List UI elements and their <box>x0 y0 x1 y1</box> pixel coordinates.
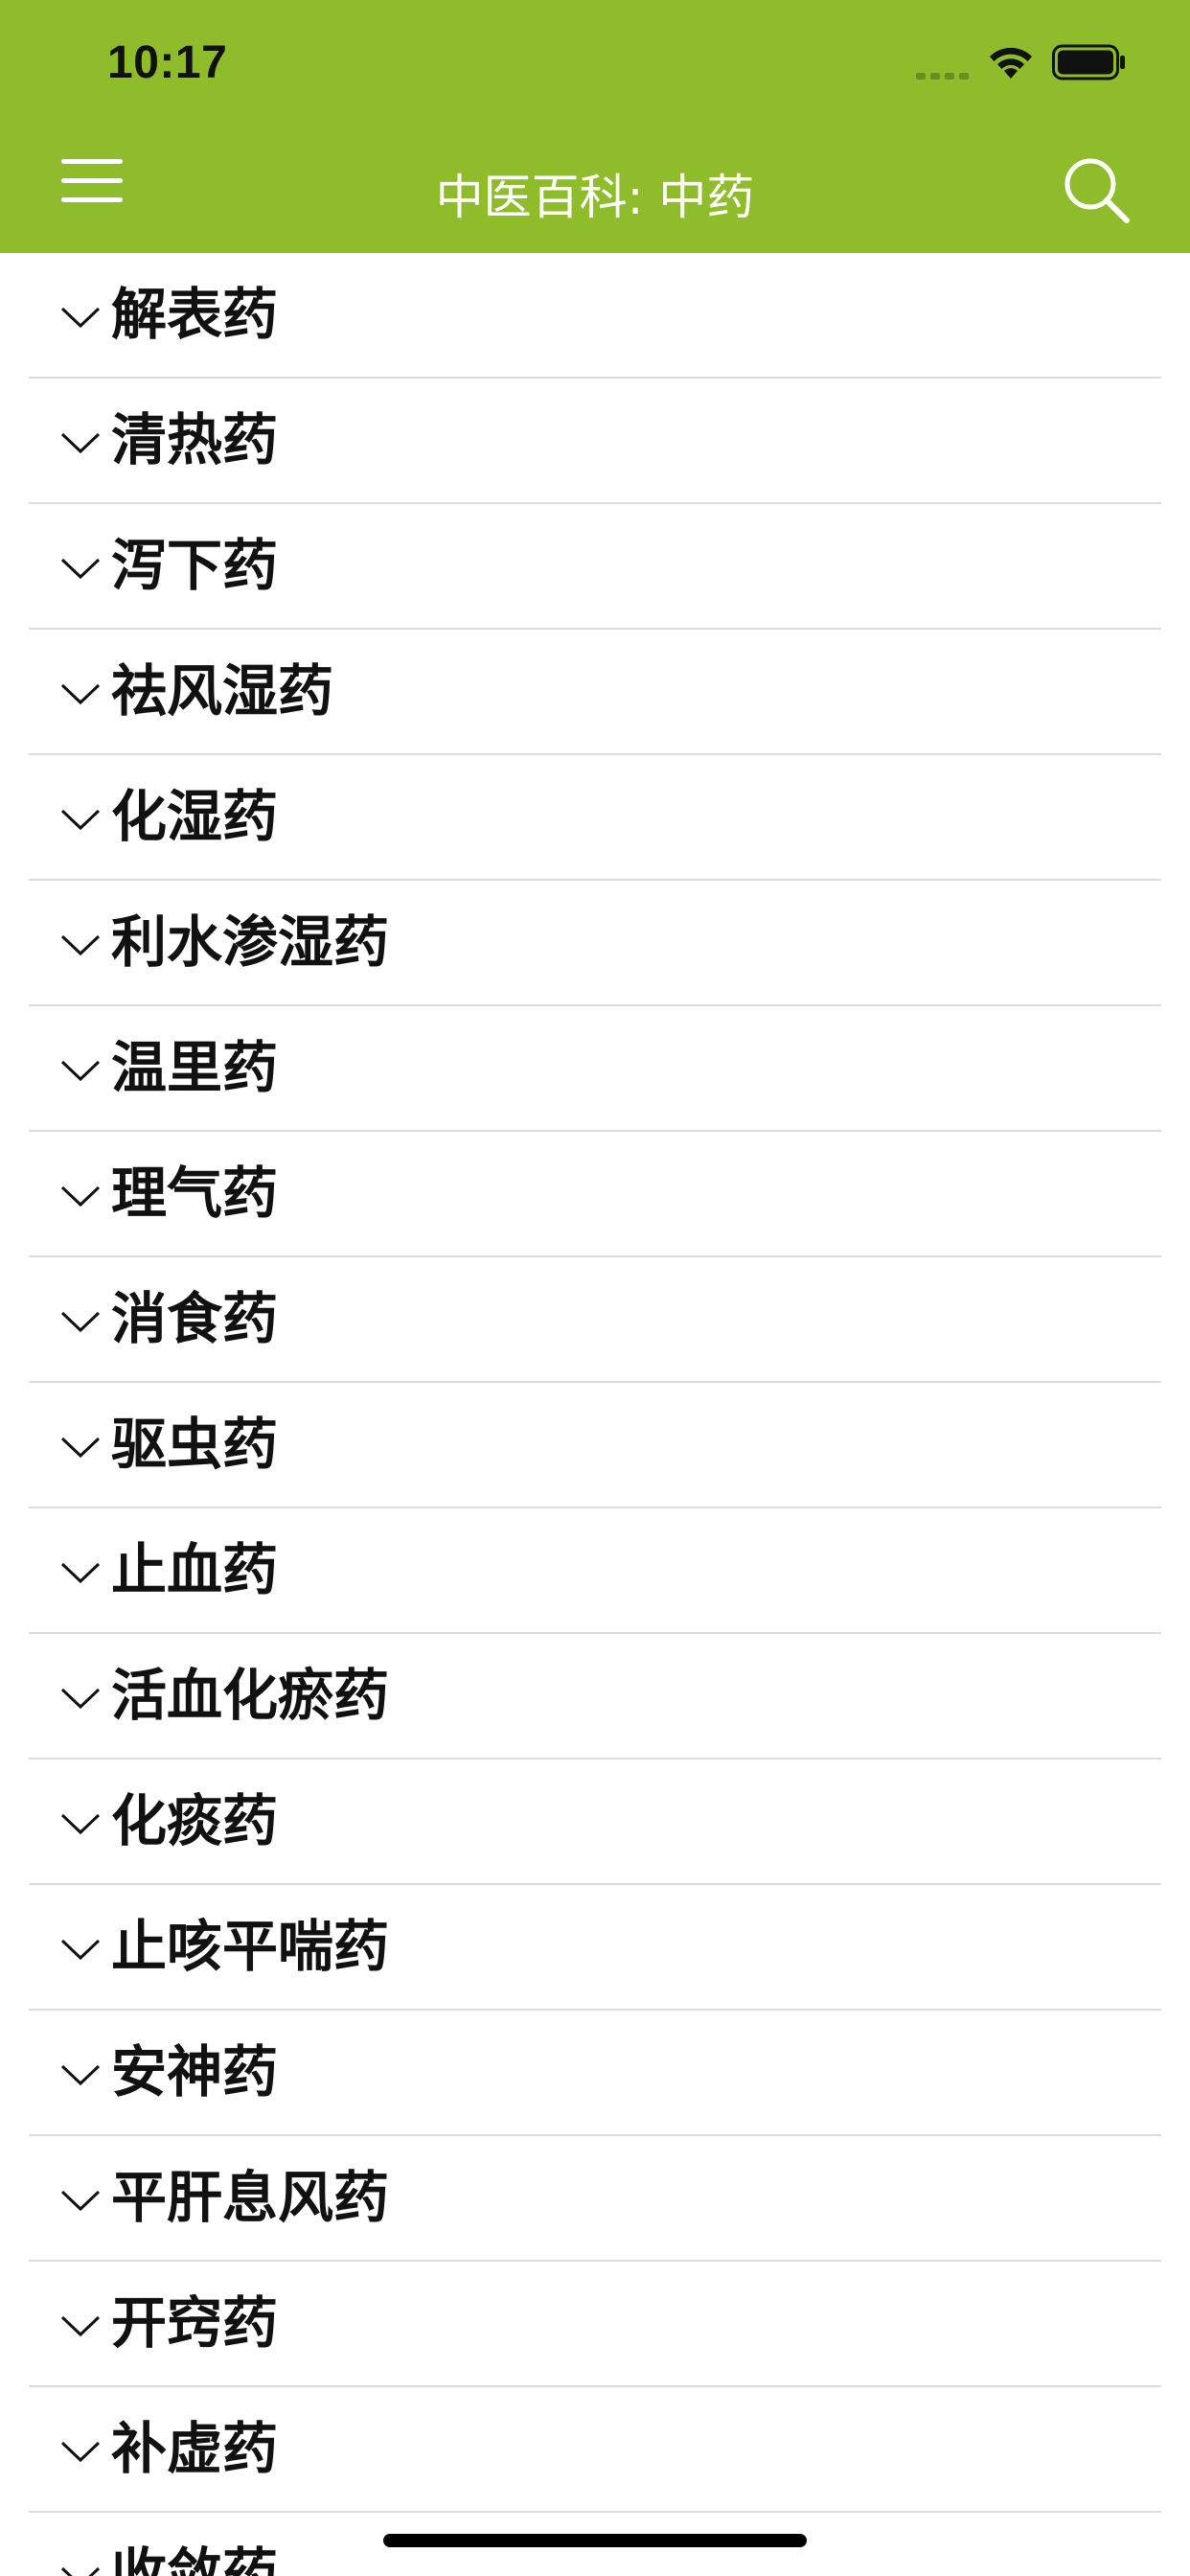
navigation-header: 10:17 中医百科: 中药 <box>0 0 1190 253</box>
category-label: 清热药 <box>111 407 279 472</box>
category-row[interactable]: 驱虫药 <box>0 1383 1190 1508</box>
category-label: 收敛药 <box>111 2542 279 2576</box>
chevron-down-icon <box>60 1688 101 1710</box>
category-row[interactable]: 化湿药 <box>0 755 1190 881</box>
chevron-down-icon <box>60 558 101 580</box>
app-screen: 10:17 中医百科: 中药 解表药 清热药 泻下药 祛风湿药 化湿药 利水渗湿… <box>0 0 1190 2576</box>
status-time: 10:17 <box>107 37 228 88</box>
category-label: 利水渗湿药 <box>111 909 390 975</box>
category-label: 活血化瘀药 <box>111 1663 390 1728</box>
chevron-down-icon <box>60 934 101 956</box>
category-label: 驱虫药 <box>111 1412 279 1477</box>
category-row[interactable]: 开窍药 <box>0 2262 1190 2387</box>
chevron-down-icon <box>60 1562 101 1584</box>
chevron-down-icon <box>60 432 101 454</box>
category-row[interactable]: 平肝息风药 <box>0 2136 1190 2262</box>
category-label: 泻下药 <box>111 533 279 598</box>
category-row[interactable]: 清热药 <box>0 379 1190 504</box>
category-list: 解表药 清热药 泻下药 祛风湿药 化湿药 利水渗湿药 温里药 理气药 消食药 驱… <box>0 253 1190 2576</box>
category-label: 止咳平喘药 <box>111 1914 390 1979</box>
page-title: 中医百科: 中药 <box>435 170 755 225</box>
category-label: 平肝息风药 <box>111 2165 390 2230</box>
chevron-down-icon <box>60 1060 101 1082</box>
chevron-down-icon <box>60 2190 101 2212</box>
category-row[interactable]: 安神药 <box>0 2011 1190 2136</box>
wifi-icon <box>990 47 1032 79</box>
chevron-down-icon <box>60 2315 101 2337</box>
category-row[interactable]: 泻下药 <box>0 504 1190 630</box>
category-row[interactable]: 解表药 <box>0 253 1190 379</box>
category-row[interactable]: 止血药 <box>0 1508 1190 1634</box>
chevron-down-icon <box>60 2064 101 2086</box>
chevron-down-icon <box>60 1813 101 1835</box>
chevron-down-icon <box>60 307 101 329</box>
category-label: 祛风湿药 <box>111 658 334 724</box>
home-indicator <box>383 2534 807 2547</box>
category-row[interactable]: 活血化瘀药 <box>0 1634 1190 1760</box>
chevron-down-icon <box>60 1437 101 1459</box>
chevron-down-icon <box>60 2441 101 2463</box>
category-row[interactable]: 理气药 <box>0 1132 1190 1257</box>
category-label: 消食药 <box>111 1286 279 1351</box>
category-label: 化湿药 <box>111 784 279 849</box>
category-label: 补虚药 <box>111 2416 279 2481</box>
category-label: 温里药 <box>111 1035 279 1100</box>
category-row[interactable]: 消食药 <box>0 1257 1190 1383</box>
category-label: 解表药 <box>111 282 279 347</box>
category-row[interactable]: 祛风湿药 <box>0 630 1190 755</box>
chevron-down-icon <box>60 1939 101 1961</box>
category-row[interactable]: 利水渗湿药 <box>0 881 1190 1006</box>
category-label: 化痰药 <box>111 1788 279 1853</box>
category-row[interactable]: 补虚药 <box>0 2387 1190 2513</box>
chevron-down-icon <box>60 1185 101 1208</box>
category-label: 安神药 <box>111 2039 279 2104</box>
chevron-down-icon <box>60 809 101 831</box>
category-row[interactable]: 化痰药 <box>0 1760 1190 1885</box>
category-label: 开窍药 <box>111 2290 279 2356</box>
category-row[interactable]: 温里药 <box>0 1006 1190 1132</box>
category-label: 理气药 <box>111 1161 279 1226</box>
category-label: 止血药 <box>111 1537 279 1602</box>
category-row[interactable]: 止咳平喘药 <box>0 1885 1190 2011</box>
search-icon[interactable] <box>1060 153 1136 230</box>
chevron-down-icon <box>60 683 101 705</box>
battery-icon <box>1052 44 1125 80</box>
signal-icon <box>916 73 969 80</box>
chevron-down-icon <box>60 1311 101 1333</box>
chevron-down-icon <box>60 2566 101 2576</box>
